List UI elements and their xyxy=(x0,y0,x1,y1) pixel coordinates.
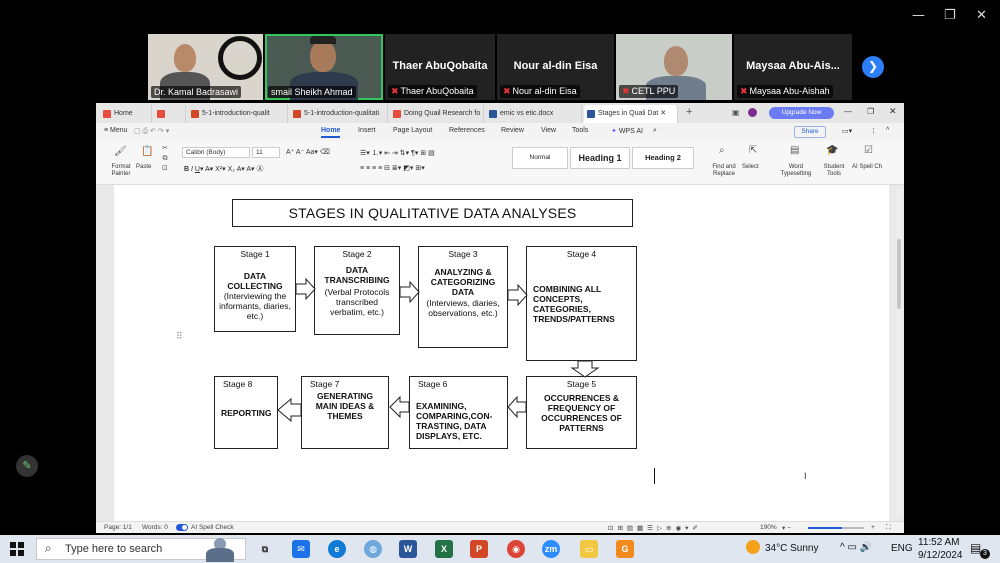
chrome-icon[interactable]: ◉ xyxy=(507,540,525,558)
windows-start-icon[interactable] xyxy=(10,542,24,556)
taskbar: Type here to search ⌕ ⧉ ✉ e ◍ W X P ◉ zm… xyxy=(0,535,1000,563)
file-explorer-icon[interactable]: ▭ xyxy=(580,540,598,558)
text-caret xyxy=(654,468,655,484)
powerpoint-icon[interactable]: P xyxy=(470,540,488,558)
search-icon: ⌕ xyxy=(45,541,52,555)
mail-icon[interactable]: ✉ xyxy=(292,540,310,558)
weather-text[interactable]: 34°C Sunny xyxy=(765,543,818,554)
annotate-pen-icon[interactable]: ✎ xyxy=(16,455,38,477)
input-language[interactable]: ENG xyxy=(891,543,913,554)
arrow-right-1 xyxy=(295,277,316,301)
wps-office-icon[interactable]: G xyxy=(616,540,634,558)
arrow-left-7 xyxy=(277,397,302,423)
arrow-right-2 xyxy=(399,280,420,304)
arrow-left-5 xyxy=(507,395,527,419)
arrow-right-3 xyxy=(507,283,528,307)
i-beam-cursor-icon: I xyxy=(804,471,807,481)
word-icon[interactable]: W xyxy=(399,540,417,558)
arrow-down-4 xyxy=(570,360,600,378)
tray-icons[interactable]: ^ ▭ 🔊 xyxy=(840,542,872,553)
task-view-icon[interactable]: ⧉ xyxy=(256,540,274,558)
notification-count: 3 xyxy=(980,549,990,559)
excel-icon[interactable]: X xyxy=(435,540,453,558)
arrow-left-6 xyxy=(389,395,410,419)
network-globe-icon[interactable]: ◍ xyxy=(364,540,382,558)
clock-date[interactable]: 9/12/2024 xyxy=(918,550,963,561)
edge-icon[interactable]: e xyxy=(328,540,346,558)
sun-weather-icon xyxy=(746,540,760,554)
diagram-arrows xyxy=(277,277,600,423)
search-highlight-image xyxy=(196,536,240,562)
screen: — ❐ ✕ Dr. Kamal Badrasawi smail Sheikh A… xyxy=(0,0,1000,563)
clock-time[interactable]: 11:52 AM xyxy=(918,537,960,548)
zoom-app-icon[interactable]: zm xyxy=(542,540,560,558)
